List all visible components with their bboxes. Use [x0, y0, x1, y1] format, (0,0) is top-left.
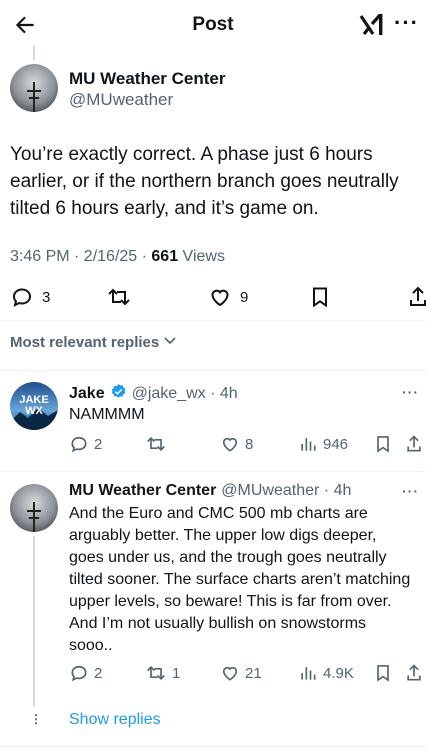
bookmark-icon: [373, 663, 393, 683]
views-chart-icon: [298, 434, 318, 454]
repost-button[interactable]: 1: [145, 663, 180, 683]
repost-button[interactable]: [145, 434, 172, 454]
svg-text:WX: WX: [25, 405, 43, 417]
avatar[interactable]: [10, 64, 58, 112]
reply-text: NAMMMM: [69, 406, 145, 423]
bookmark-button[interactable]: [373, 434, 393, 454]
avatar[interactable]: JAKE WX: [10, 382, 58, 430]
repost-count: 1: [172, 664, 181, 682]
views-count: 661: [151, 248, 179, 265]
thread-connector: [33, 46, 35, 60]
reply-button[interactable]: 2: [69, 434, 102, 454]
share-button[interactable]: [404, 663, 424, 683]
show-replies-link[interactable]: Show replies: [69, 711, 161, 729]
author-handle[interactable]: @MUweather: [69, 90, 173, 110]
avatar[interactable]: [10, 484, 58, 532]
reply-icon: [69, 663, 89, 683]
reply-icon: [10, 285, 34, 309]
bookmark-icon: [373, 434, 393, 454]
views-count: 946: [323, 435, 349, 453]
bookmark-button[interactable]: [308, 285, 332, 309]
thread-connector: [33, 536, 35, 706]
like-count: 8: [245, 435, 254, 453]
like-button[interactable]: 8: [220, 434, 253, 454]
views-label: Views: [178, 248, 225, 265]
verified-badge-icon: [110, 383, 127, 405]
replies-sort-dropdown[interactable]: Most relevant replies: [10, 333, 177, 351]
repost-icon: [145, 663, 167, 683]
like-button[interactable]: 21: [220, 663, 262, 683]
divider: [0, 746, 426, 747]
post-meta: 3:46 PM · 2/16/25 · 661 Views: [10, 248, 225, 266]
views-chart-icon: [298, 663, 318, 683]
views-count: 4.9K: [323, 664, 354, 682]
share-icon: [404, 434, 424, 454]
reply-button[interactable]: 2: [69, 663, 102, 683]
share-button[interactable]: [404, 434, 424, 454]
views-button[interactable]: 4.9K: [298, 663, 354, 683]
post-text: You’re exactly correct. A phase just 6 h…: [10, 144, 399, 219]
reply-header: MU Weather Center @MUweather · 4h: [69, 482, 351, 500]
chevron-down-icon: [163, 333, 177, 351]
thread-dots-icon: ⋮: [30, 712, 43, 726]
more-icon[interactable]: ···: [402, 483, 419, 499]
more-icon[interactable]: ···: [394, 10, 419, 36]
views-button[interactable]: 946: [298, 434, 348, 454]
repost-icon: [106, 285, 132, 309]
repost-icon: [145, 434, 167, 454]
divider: [0, 320, 426, 321]
reply-author-name[interactable]: Jake: [69, 385, 105, 403]
like-count: 21: [245, 664, 262, 682]
grok-icon[interactable]: [358, 11, 386, 39]
like-count: 9: [240, 288, 249, 306]
reply-icon: [69, 434, 89, 454]
divider: [0, 471, 426, 472]
reply-button[interactable]: 3: [10, 285, 50, 309]
share-button[interactable]: [406, 285, 426, 309]
author-name[interactable]: MU Weather Center: [69, 69, 226, 89]
heart-icon: [208, 285, 232, 309]
share-icon: [404, 663, 424, 683]
reply-count: 2: [94, 664, 103, 682]
reply-count: 3: [42, 288, 51, 306]
bookmark-icon: [308, 285, 332, 309]
heart-icon: [220, 434, 240, 454]
bookmark-button[interactable]: [373, 663, 393, 683]
replies-sort-label: Most relevant replies: [10, 333, 160, 351]
reply-author-handle[interactable]: @jake_wx · 4h: [132, 385, 238, 403]
reply-author-handle[interactable]: @MUweather · 4h: [221, 482, 351, 500]
reply-header: Jake @jake_wx · 4h: [69, 383, 238, 405]
reply-count: 2: [94, 435, 103, 453]
post-timestamp: 3:46 PM · 2/16/25 ·: [10, 248, 152, 265]
like-button[interactable]: 9: [208, 285, 248, 309]
repost-button[interactable]: [106, 285, 132, 309]
heart-icon: [220, 663, 240, 683]
share-icon: [406, 285, 426, 309]
more-icon[interactable]: ···: [402, 384, 419, 400]
reply-author-name[interactable]: MU Weather Center: [69, 482, 216, 500]
reply-text: And the Euro and CMC 500 mb charts are a…: [69, 505, 411, 654]
divider: [0, 370, 426, 371]
